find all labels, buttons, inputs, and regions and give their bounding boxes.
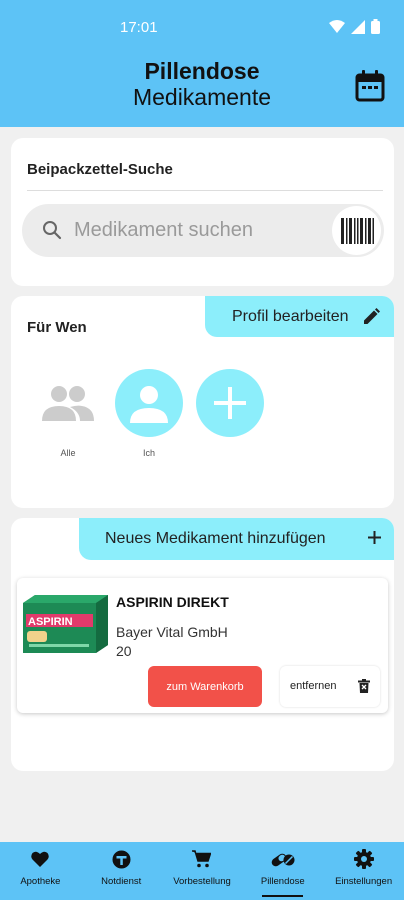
add-to-cart-button[interactable]: zum Warenkorb bbox=[148, 666, 262, 707]
nav-einstellungen[interactable]: Einstellungen bbox=[323, 842, 404, 900]
medication-manufacturer: Bayer Vital GmbH bbox=[116, 624, 228, 640]
person-icon bbox=[130, 386, 168, 423]
search-icon bbox=[43, 221, 62, 240]
signal-icon bbox=[351, 19, 365, 34]
add-icon bbox=[214, 387, 246, 419]
wifi-icon bbox=[329, 20, 345, 33]
trash-icon bbox=[358, 679, 370, 693]
cart-icon bbox=[192, 850, 212, 868]
search-card-title: Beipackzettel-Suche bbox=[27, 161, 173, 178]
calendar-icon bbox=[355, 70, 385, 102]
remove-medication-button[interactable]: entfernen bbox=[280, 666, 380, 707]
nav-apotheke[interactable]: Apotheke bbox=[0, 842, 81, 900]
medication-name: ASPIRIN DIREKT bbox=[116, 594, 229, 610]
nav-label: Pillendose bbox=[260, 876, 305, 887]
medications-card: Neues Medikament hinzufügen ASPIRIN ASPI… bbox=[11, 518, 394, 771]
add-medication-label: Neues Medikament hinzufügen bbox=[105, 530, 326, 547]
profile-me[interactable]: Ich bbox=[114, 369, 184, 458]
nav-pillendose[interactable]: Pillendose bbox=[242, 842, 323, 900]
barcode-icon bbox=[340, 217, 374, 244]
add-profile-button[interactable] bbox=[195, 369, 265, 437]
pills-icon bbox=[271, 853, 295, 867]
avatar bbox=[115, 369, 183, 437]
profile-label: Alle bbox=[60, 448, 76, 458]
medication-package-image: ASPIRIN bbox=[23, 595, 108, 653]
page-title: Pillendose bbox=[144, 58, 260, 84]
nav-notdienst[interactable]: Notdienst bbox=[81, 842, 162, 900]
page-subtitle: Medikamente bbox=[132, 84, 272, 110]
plus-icon bbox=[368, 531, 381, 544]
status-time: 17:01 bbox=[120, 19, 158, 36]
package-brand-text: ASPIRIN bbox=[28, 616, 73, 628]
add-medication-button[interactable]: Neues Medikament hinzufügen bbox=[79, 518, 394, 560]
bottom-navigation: Apotheke Notdienst Vorbestellung Pillend… bbox=[0, 842, 404, 900]
profile-all[interactable]: Alle bbox=[33, 369, 103, 458]
calendar-button[interactable] bbox=[354, 69, 386, 103]
group-icon bbox=[42, 386, 94, 421]
profiles-card: Profil bearbeiten Für Wen Alle Ich bbox=[11, 296, 394, 508]
medication-quantity: 20 bbox=[116, 643, 132, 659]
search-input[interactable] bbox=[74, 204, 324, 257]
active-indicator bbox=[262, 895, 304, 897]
nav-label: Einstellungen bbox=[335, 876, 393, 887]
nav-label: Apotheke bbox=[20, 876, 61, 887]
avatar bbox=[34, 369, 102, 437]
heart-icon bbox=[31, 851, 50, 867]
app-header: 17:01 Pillendose Medikamente bbox=[0, 0, 404, 127]
emergency-icon bbox=[112, 850, 131, 868]
avatar bbox=[196, 369, 264, 437]
status-bar: 17:01 bbox=[0, 0, 404, 56]
nav-vorbestellung[interactable]: Vorbestellung bbox=[162, 842, 243, 900]
profile-label: Ich bbox=[142, 448, 155, 458]
title-block: Pillendose Medikamente bbox=[0, 58, 404, 110]
edit-profile-button[interactable]: Profil bearbeiten bbox=[205, 296, 394, 337]
divider bbox=[27, 190, 383, 191]
medication-item[interactable]: ASPIRIN ASPIRIN DIREKT Bayer Vital GmbH … bbox=[17, 578, 388, 713]
battery-icon bbox=[371, 19, 380, 34]
barcode-scan-button[interactable] bbox=[332, 206, 381, 255]
nav-label: Vorbestellung bbox=[173, 876, 231, 887]
nav-label: Notdienst bbox=[101, 876, 142, 887]
remove-label: entfernen bbox=[290, 680, 337, 692]
leaflet-search-card: Beipackzettel-Suche bbox=[11, 138, 394, 286]
settings-icon bbox=[353, 849, 374, 869]
status-icons bbox=[329, 19, 380, 34]
for-whom-title: Für Wen bbox=[27, 319, 87, 336]
pencil-icon bbox=[364, 308, 380, 324]
search-box[interactable] bbox=[22, 204, 384, 257]
edit-profile-label: Profil bearbeiten bbox=[232, 307, 349, 325]
